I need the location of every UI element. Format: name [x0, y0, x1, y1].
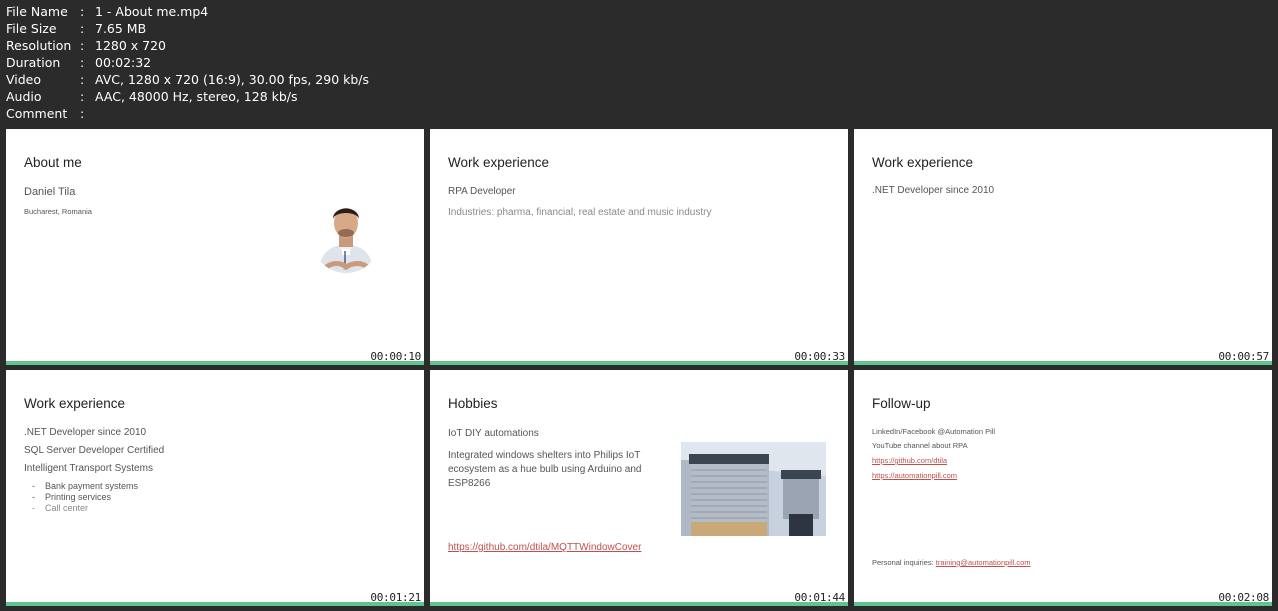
- progress-bar: [6, 361, 424, 365]
- timestamp: 00:00:57: [1218, 350, 1269, 363]
- slide-title: Hobbies: [448, 396, 498, 411]
- progress-bar: [854, 361, 1272, 365]
- progress-bar: [430, 361, 848, 365]
- slide-title: Work experience: [24, 396, 126, 411]
- meta-key: Audio: [6, 89, 42, 104]
- thumbnail-work-experience-rpa[interactable]: Work experience RPA Developer Industries…: [430, 129, 848, 365]
- experience-line-3: Intelligent Transport Systems: [24, 463, 153, 474]
- meta-value: 7.65 MB: [95, 21, 147, 36]
- timestamp: 00:01:44: [794, 591, 845, 604]
- file-metadata: File Name:1 - About me.mp4 File Size:7.6…: [6, 3, 369, 122]
- meta-separator: :: [80, 21, 85, 36]
- email-link[interactable]: training@automationpill.com: [936, 558, 1031, 567]
- hobby-description: Integrated windows shelters into Philips…: [448, 450, 642, 489]
- window-shutter-photo: [681, 442, 826, 536]
- experience-text: .NET Developer since 2010: [872, 185, 995, 196]
- timestamp: 00:02:08: [1218, 591, 1269, 604]
- inquiries-line: Personal inquiries: training@automationp…: [872, 558, 1031, 567]
- meta-separator: :: [80, 72, 85, 87]
- slide-title: Follow-up: [872, 396, 931, 411]
- meta-row-duration: Duration:00:02:32: [6, 54, 369, 71]
- bullet-list: Bank payment systems Printing services C…: [32, 481, 138, 514]
- meta-separator: :: [80, 89, 85, 104]
- industries-text: Industries: pharma, financial, real esta…: [448, 207, 712, 218]
- meta-value: 00:02:32: [95, 55, 152, 70]
- experience-line-1: .NET Developer since 2010: [24, 427, 147, 438]
- meta-value: AVC, 1280 x 720 (16:9), 30.00 fps, 290 k…: [95, 72, 370, 87]
- slide-title: Work experience: [448, 155, 550, 170]
- list-item: Bank payment systems: [32, 481, 138, 492]
- meta-key: Duration: [6, 55, 61, 70]
- timestamp: 00:01:21: [370, 591, 421, 604]
- timestamp: 00:00:10: [370, 350, 421, 363]
- progress-bar: [6, 602, 424, 606]
- github-link[interactable]: https://github.com/dtila: [872, 456, 947, 465]
- meta-separator: :: [80, 4, 85, 19]
- presenter-name: Daniel Tila: [24, 186, 76, 198]
- github-link[interactable]: https://github.com/dtila/MQTTWindowCover: [448, 542, 641, 553]
- timestamp: 00:00:33: [794, 350, 845, 363]
- list-item: Call center: [32, 503, 138, 514]
- slide-title: Work experience: [872, 155, 974, 170]
- progress-bar: [854, 602, 1272, 606]
- slide-title: About me: [24, 155, 82, 170]
- meta-row-file-size: File Size:7.65 MB: [6, 20, 369, 37]
- meta-key: Resolution: [6, 38, 72, 53]
- meta-row-file-name: File Name:1 - About me.mp4: [6, 3, 369, 20]
- youtube-text: YouTube channel about RPA: [872, 441, 968, 450]
- meta-value: 1280 x 720: [95, 38, 167, 53]
- meta-key: Comment: [6, 106, 68, 121]
- meta-value: 1 - About me.mp4: [95, 4, 209, 19]
- experience-line-2: SQL Server Developer Certified: [24, 445, 165, 456]
- role-text: RPA Developer: [448, 186, 516, 197]
- thumbnail-follow-up[interactable]: Follow-up LinkedIn/Facebook @Automation …: [854, 370, 1272, 606]
- website-link[interactable]: https://automationpill.com: [872, 471, 957, 480]
- meta-key: File Name: [6, 4, 68, 19]
- meta-key: File Size: [6, 21, 57, 36]
- thumbnail-about-me[interactable]: About me Daniel Tila Bucharest, Romania …: [6, 129, 424, 365]
- profile-photo: [312, 191, 380, 273]
- meta-separator: :: [80, 106, 85, 121]
- progress-bar: [430, 602, 848, 606]
- thumbnail-work-experience-detail[interactable]: Work experience .NET Developer since 201…: [6, 370, 424, 606]
- meta-separator: :: [80, 38, 85, 53]
- presenter-location: Bucharest, Romania: [24, 207, 92, 216]
- list-item: Printing services: [32, 492, 138, 503]
- meta-separator: :: [80, 55, 85, 70]
- meta-row-video: Video: AVC, 1280 x 720 (16:9), 30.00 fps,…: [6, 71, 369, 88]
- thumbnail-work-experience-net[interactable]: Work experience .NET Developer since 201…: [854, 129, 1272, 365]
- inquiries-label: Personal inquiries:: [872, 558, 934, 567]
- meta-row-audio: Audio: AAC, 48000 Hz, stereo, 128 kb/s: [6, 88, 369, 105]
- social-text: LinkedIn/Facebook @Automation Pill: [872, 427, 996, 436]
- meta-row-resolution: Resolution:1280 x 720: [6, 37, 369, 54]
- hobby-title: IoT DIY automations: [448, 428, 539, 439]
- meta-row-comment: Comment:: [6, 105, 369, 122]
- meta-key: Video: [6, 72, 42, 87]
- thumbnail-hobbies[interactable]: Hobbies IoT DIY automations Integrated w…: [430, 370, 848, 606]
- meta-value: AAC, 48000 Hz, stereo, 128 kb/s: [95, 89, 298, 104]
